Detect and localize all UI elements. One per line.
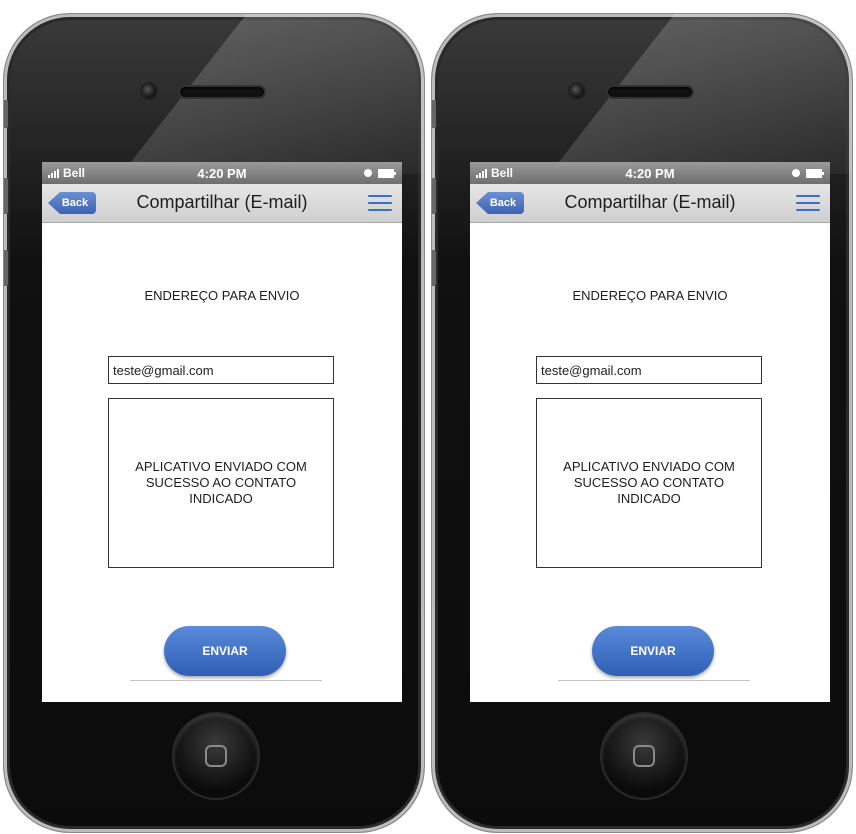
camera-icon: [142, 84, 156, 98]
volume-down-button: [4, 250, 8, 286]
battery-icon: [806, 168, 824, 178]
navigation-bar: Back Compartilhar (E-mail): [470, 184, 830, 223]
volume-down-button: [432, 250, 436, 286]
phone-screen: Bell 4:20 PM Back Compartilhar (E-mail) …: [42, 162, 402, 702]
volume-up-button: [432, 178, 436, 214]
email-field[interactable]: [536, 356, 762, 384]
send-button[interactable]: ENVIAR: [592, 626, 714, 676]
mute-switch: [4, 100, 8, 128]
status-bar: Bell 4:20 PM: [470, 162, 830, 184]
hamburger-menu-icon[interactable]: [368, 192, 392, 214]
status-dot-icon: [364, 169, 372, 177]
mockup-stage: Bell 4:20 PM Back Compartilhar (E-mail) …: [0, 0, 856, 834]
status-time: 4:20 PM: [625, 165, 675, 181]
success-message-box: APLICATIVO ENVIADO COM SUCESSO AO CONTAT…: [536, 398, 762, 568]
page-title: Compartilhar (E-mail): [564, 192, 736, 212]
page-title: Compartilhar (E-mail): [136, 192, 308, 212]
hamburger-menu-icon[interactable]: [796, 192, 820, 214]
screen-glare: [121, 14, 424, 174]
divider: [130, 680, 322, 681]
mute-switch: [432, 100, 436, 128]
home-button-icon[interactable]: [602, 714, 686, 798]
speaker-icon: [608, 87, 692, 97]
address-heading: ENDEREÇO PARA ENVIO: [144, 288, 300, 303]
home-button-icon[interactable]: [174, 714, 258, 798]
address-heading: ENDEREÇO PARA ENVIO: [572, 288, 728, 303]
status-bar: Bell 4:20 PM: [42, 162, 402, 184]
status-icons: [364, 168, 396, 178]
home-square-icon: [205, 745, 227, 767]
success-message-box: APLICATIVO ENVIADO COM SUCESSO AO CONTAT…: [108, 398, 334, 568]
status-dot-icon: [792, 169, 800, 177]
status-icons: [792, 168, 824, 178]
phone-mockup-right: Bell 4:20 PM Back Compartilhar (E-mail) …: [432, 14, 852, 832]
email-field[interactable]: [108, 356, 334, 384]
speaker-icon: [180, 87, 264, 97]
success-message: APLICATIVO ENVIADO COM SUCESSO AO CONTAT…: [563, 459, 735, 506]
phone-mockup-left: Bell 4:20 PM Back Compartilhar (E-mail) …: [4, 14, 424, 832]
camera-icon: [570, 84, 584, 98]
status-time: 4:20 PM: [197, 165, 247, 181]
success-message: APLICATIVO ENVIADO COM SUCESSO AO CONTAT…: [135, 459, 307, 506]
volume-up-button: [4, 178, 8, 214]
battery-icon: [378, 168, 396, 178]
navigation-bar: Back Compartilhar (E-mail): [42, 184, 402, 223]
send-button[interactable]: ENVIAR: [164, 626, 286, 676]
screen-glare: [549, 14, 852, 174]
divider: [558, 680, 750, 681]
phone-screen: Bell 4:20 PM Back Compartilhar (E-mail) …: [470, 162, 830, 702]
home-square-icon: [633, 745, 655, 767]
